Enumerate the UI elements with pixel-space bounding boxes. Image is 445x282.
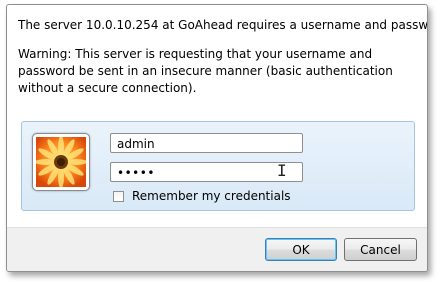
warning-message: Warning: This server is requesting that …	[18, 47, 393, 95]
username-field[interactable]: admin	[110, 133, 303, 153]
ok-button[interactable]: OK	[265, 238, 337, 261]
password-field[interactable]: •••••	[110, 162, 303, 182]
flower-user-tile-icon	[36, 137, 86, 187]
remember-checkbox[interactable]	[113, 190, 124, 202]
button-bar: OK Cancel	[7, 227, 427, 271]
user-tile	[32, 133, 90, 191]
cancel-button[interactable]: Cancel	[344, 238, 417, 261]
text-cursor-icon: I	[277, 161, 287, 180]
login-dialog: The server 10.0.10.254 at GoAhead requir…	[6, 4, 428, 272]
remember-credentials-option[interactable]: Remember my credentials	[113, 189, 291, 203]
server-message: The server 10.0.10.254 at GoAhead requir…	[18, 18, 428, 32]
remember-label: Remember my credentials	[132, 189, 291, 203]
credentials-panel: admin ••••• I Remember my credentials	[21, 121, 415, 211]
